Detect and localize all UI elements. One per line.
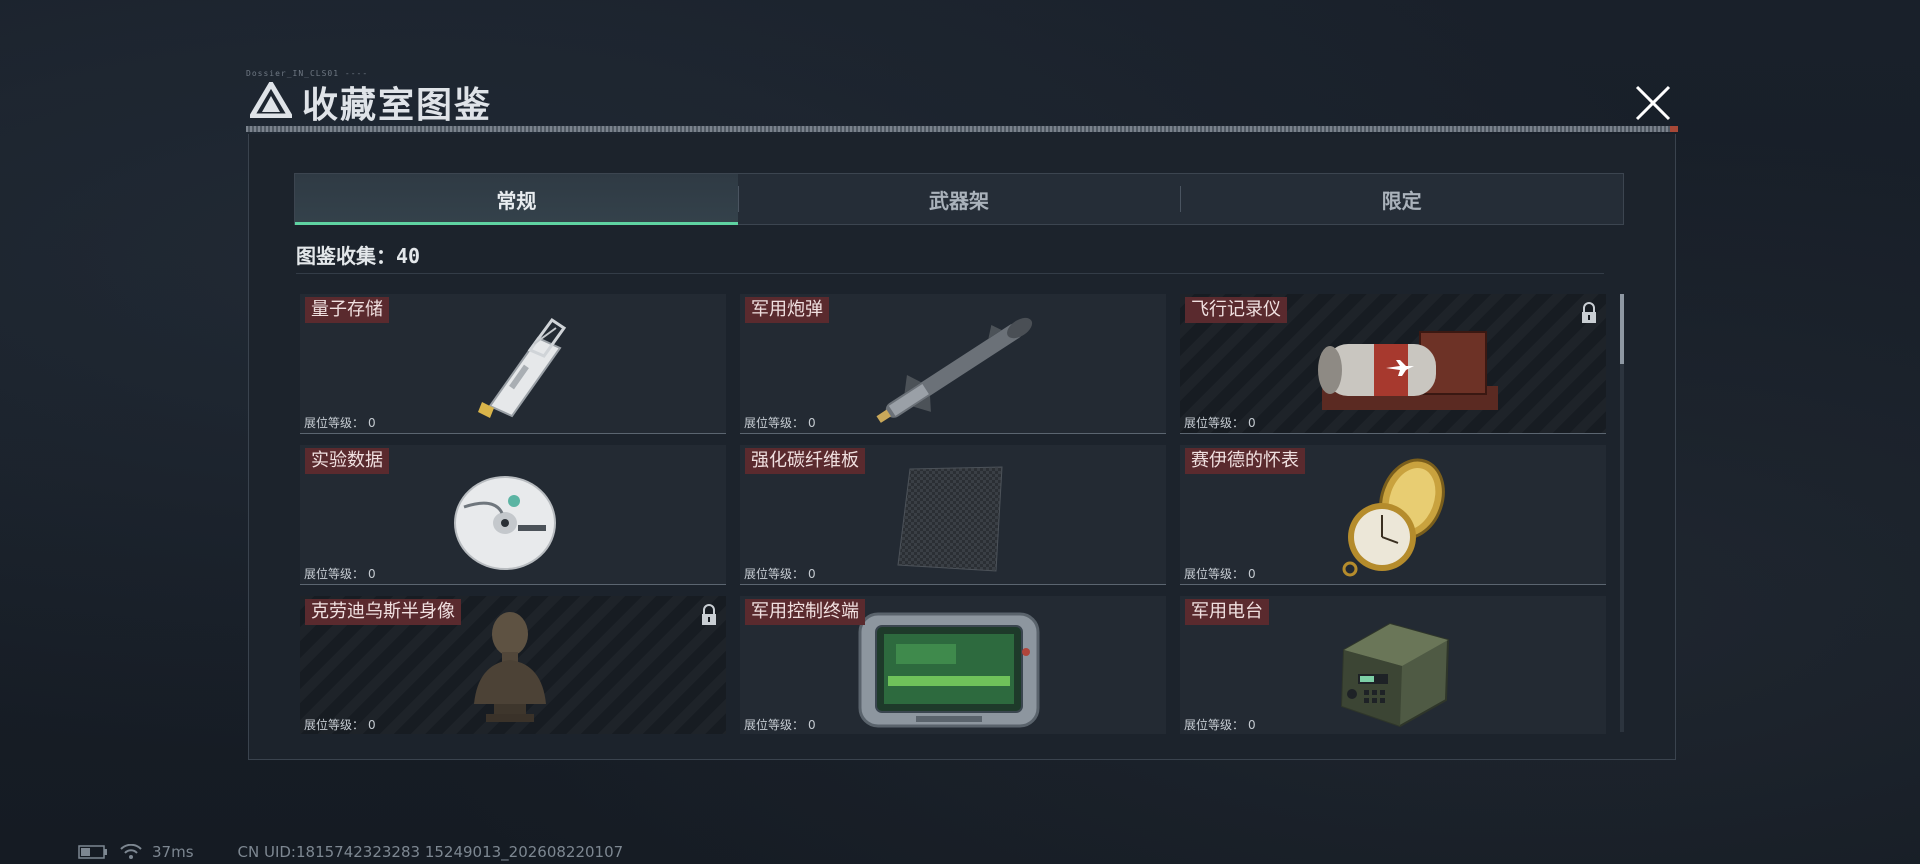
usb-drive-icon xyxy=(478,317,567,418)
item-level: 展位等级： 0 xyxy=(304,414,376,431)
missile-icon xyxy=(876,317,1033,423)
item-name: 赛伊德的怀表 xyxy=(1185,448,1305,474)
level-value: 0 xyxy=(808,416,816,430)
item-name: 克劳迪乌斯半身像 xyxy=(305,599,461,625)
tab-weapon-rack[interactable]: 武器架 xyxy=(737,174,1181,224)
level-label: 展位等级： xyxy=(1184,718,1245,732)
item-level: 展位等级： 0 xyxy=(1184,565,1256,582)
item-name: 量子存储 xyxy=(305,297,389,323)
lock-icon xyxy=(702,604,716,625)
tab-regular[interactable]: 常规 xyxy=(295,174,738,225)
collection-label: 图鉴收集： xyxy=(296,244,396,268)
flight-recorder-icon xyxy=(1318,331,1498,410)
item-level: 展位等级： 0 xyxy=(304,716,376,733)
item-level: 展位等级： 0 xyxy=(1184,716,1256,733)
collection-count-row: 图鉴收集：40 xyxy=(296,240,1604,274)
item-name: 军用控制终端 xyxy=(745,599,865,625)
item-level: 展位等级： 0 xyxy=(1184,414,1256,431)
item-level: 展位等级： 0 xyxy=(744,414,816,431)
wifi-icon xyxy=(120,844,142,859)
lock-icon xyxy=(1582,302,1596,323)
category-tabs: 常规 武器架 限定 xyxy=(294,173,1624,225)
item-card-carbon-fiber-plate[interactable]: 强化碳纤维板 展位等级： 0 xyxy=(740,445,1166,585)
item-card-flight-recorder[interactable]: 飞行记录仪 展位等级： 0 xyxy=(1180,294,1606,434)
level-label: 展位等级： xyxy=(304,567,365,581)
level-value: 0 xyxy=(1248,718,1256,732)
close-icon xyxy=(1635,85,1671,121)
item-card-military-shell[interactable]: 军用炮弹 展位等级： 0 xyxy=(740,294,1166,434)
carbon-plate-icon xyxy=(897,466,1003,572)
triangle-logo-icon xyxy=(250,82,292,118)
level-label: 展位等级： xyxy=(1184,567,1245,581)
item-card-military-radio[interactable]: 军用电台 展位等级： 0 xyxy=(1180,596,1606,734)
bust-icon xyxy=(474,612,546,722)
grid-scrollbar[interactable] xyxy=(1620,294,1624,732)
control-terminal-icon xyxy=(858,612,1040,728)
ping-value: 37ms xyxy=(152,843,194,861)
item-card-quantum-storage[interactable]: 量子存储 展位等级： 0 xyxy=(300,294,726,434)
level-value: 0 xyxy=(368,416,376,430)
item-card-pocket-watch[interactable]: 赛伊德的怀表 展位等级： 0 xyxy=(1180,445,1606,585)
scrollbar-thumb[interactable] xyxy=(1620,294,1624,364)
level-value: 0 xyxy=(808,567,816,581)
item-level: 展位等级： 0 xyxy=(744,565,816,582)
level-value: 0 xyxy=(1248,416,1256,430)
level-value: 0 xyxy=(1248,567,1256,581)
level-value: 0 xyxy=(808,718,816,732)
tab-limited[interactable]: 限定 xyxy=(1180,174,1623,224)
item-level: 展位等级： 0 xyxy=(304,565,376,582)
item-name: 飞行记录仪 xyxy=(1185,297,1287,323)
collection-count: 40 xyxy=(396,244,421,268)
pocket-watch-icon xyxy=(1342,458,1445,577)
title-divider xyxy=(246,126,1678,132)
item-name: 军用炮弹 xyxy=(745,297,829,323)
radio-icon xyxy=(1340,622,1450,728)
disc-icon xyxy=(454,476,556,570)
level-label: 展位等级： xyxy=(304,416,365,430)
level-label: 展位等级： xyxy=(744,567,805,581)
level-label: 展位等级： xyxy=(744,718,805,732)
status-bar: 37ms CN UID:1815742323283 15249013_20260… xyxy=(78,842,623,862)
level-value: 0 xyxy=(368,567,376,581)
level-label: 展位等级： xyxy=(744,416,805,430)
item-grid: 量子存储 展位等级： 0 军用炮弹 展位等级： 0 飞行记录仪 展位等级： 0 … xyxy=(298,294,1610,734)
uid-text: CN UID:1815742323283 15249013_2026082201… xyxy=(237,843,624,861)
modal-title: 收藏室图鉴 xyxy=(302,85,493,126)
item-card-military-terminal[interactable]: 军用控制终端 展位等级： 0 xyxy=(740,596,1166,734)
item-card-claudius-bust[interactable]: 克劳迪乌斯半身像 展位等级： 0 xyxy=(300,596,726,734)
close-button[interactable] xyxy=(1630,80,1676,126)
level-value: 0 xyxy=(368,718,376,732)
item-level: 展位等级： 0 xyxy=(744,716,816,733)
item-name: 军用电台 xyxy=(1185,599,1269,625)
item-name: 强化碳纤维板 xyxy=(745,448,865,474)
item-card-experiment-data[interactable]: 实验数据 展位等级： 0 xyxy=(300,445,726,585)
level-label: 展位等级： xyxy=(304,718,365,732)
item-name: 实验数据 xyxy=(305,448,389,474)
battery-icon xyxy=(78,845,107,859)
level-label: 展位等级： xyxy=(1184,416,1245,430)
